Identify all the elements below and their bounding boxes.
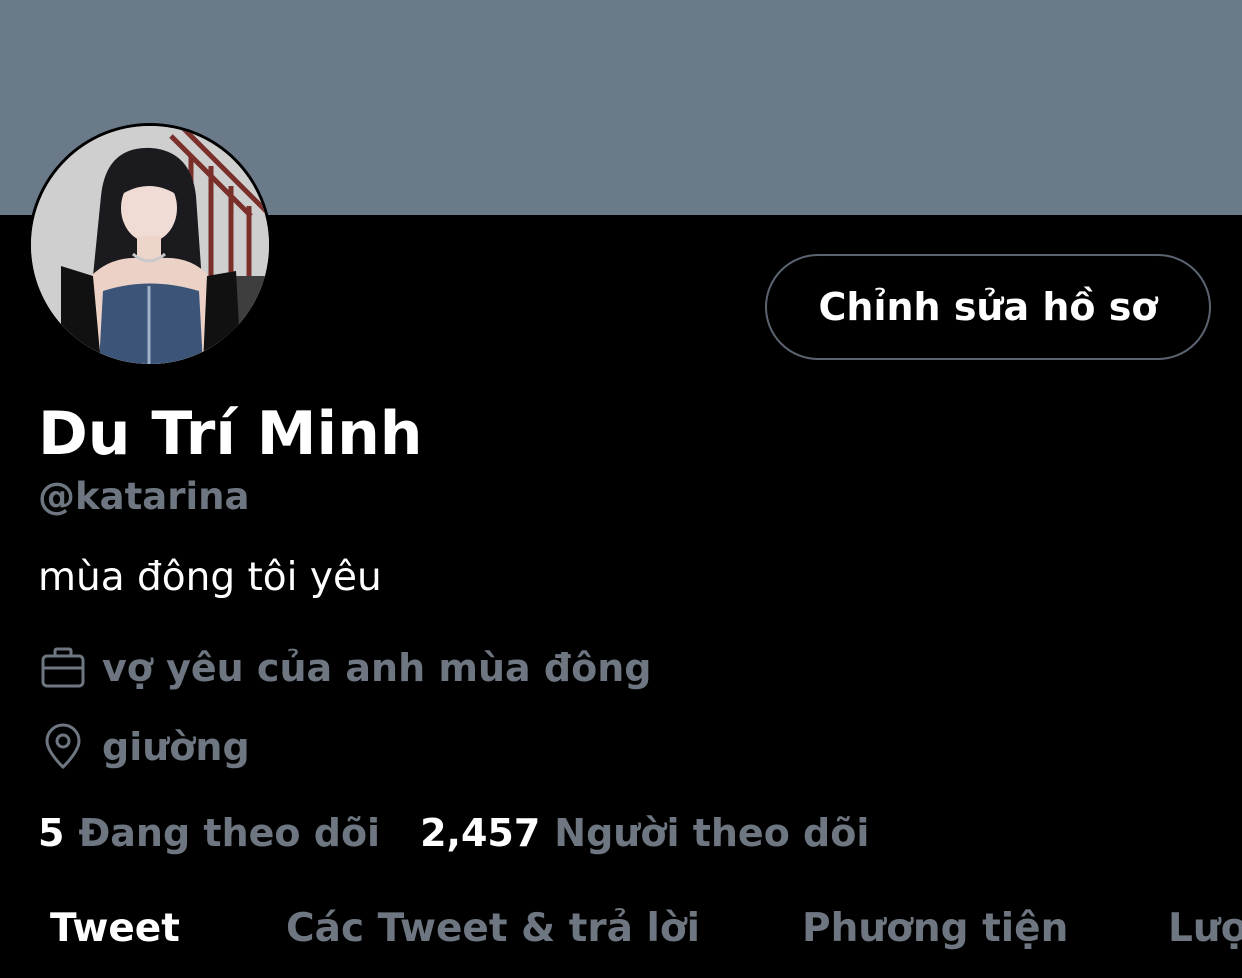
follow-stats: 5 Đang theo dõi 2,457 Người theo dõi	[38, 808, 869, 858]
username-handle: @katarina	[38, 475, 250, 518]
tab-likes[interactable]: Lượt thích	[1168, 900, 1242, 958]
followers-label: Người theo dõi	[554, 811, 870, 855]
followers-stat[interactable]: 2,457 Người theo dõi	[420, 808, 869, 858]
edit-profile-button[interactable]: Chỉnh sửa hồ sơ	[765, 254, 1211, 360]
following-label: Đang theo dõi	[78, 811, 381, 855]
avatar[interactable]	[28, 123, 272, 367]
following-count: 5	[38, 811, 65, 855]
work-row: vợ yêu của anh mùa đông	[38, 643, 651, 693]
briefcase-icon	[38, 643, 88, 693]
tab-tweets[interactable]: Tweet	[50, 900, 180, 958]
tab-tweets-and-replies[interactable]: Các Tweet & trả lời	[286, 900, 700, 958]
location-text: giường	[102, 725, 250, 769]
profile-tabs: Tweet Các Tweet & trả lời Phương tiện Lư…	[0, 900, 1242, 978]
avatar-photo	[31, 126, 269, 364]
display-name: Du Trí Minh	[38, 399, 423, 469]
work-text: vợ yêu của anh mùa đông	[102, 646, 652, 690]
followers-count: 2,457	[420, 811, 541, 855]
following-stat[interactable]: 5 Đang theo dõi	[38, 808, 380, 858]
location-pin-icon	[38, 722, 88, 772]
bio: mùa đông tôi yêu	[38, 555, 382, 600]
location-row: giường	[38, 722, 250, 772]
tab-media[interactable]: Phương tiện	[802, 900, 1068, 958]
